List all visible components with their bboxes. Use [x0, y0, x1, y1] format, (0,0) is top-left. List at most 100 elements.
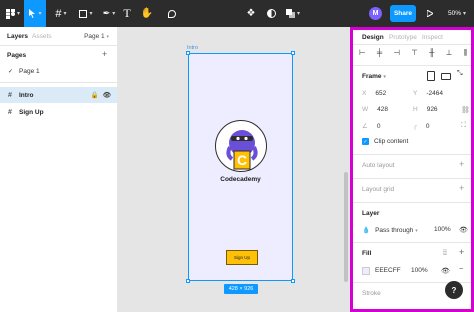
layer-opacity[interactable]: 100%	[434, 226, 451, 233]
portrait-icon[interactable]	[427, 71, 435, 81]
frame-section-label[interactable]: Frame ▾	[362, 73, 386, 80]
figma-menu-icon	[5, 8, 15, 19]
fill-opacity[interactable]: 100%	[411, 267, 428, 274]
tab-inspect[interactable]: Inspect	[422, 34, 443, 41]
auto-layout-label: Auto layout	[362, 162, 395, 169]
top-toolbar: ▾ ▾ # ▾ ▾ ✒ ▾ T ✋ ❖ ▾ M Share 50% ▾	[0, 0, 474, 27]
distribute-icon[interactable]: ⫼	[464, 48, 467, 58]
align-center-h-icon[interactable]: ╪	[377, 48, 382, 58]
clip-content-checkbox[interactable]: ✓	[362, 138, 369, 145]
constrain-proportions-icon[interactable]: ⛓	[461, 106, 470, 114]
alignment-toolbar: ⊢ ╪ ⊣ ⊤ ╫ ⊥ ⫼	[359, 48, 467, 58]
hand-icon: ✋	[140, 8, 154, 19]
page-selector-label: Page 1	[84, 33, 105, 40]
resize-to-fit-icon[interactable]: ⤡	[457, 70, 463, 78]
eye-icon[interactable]: 👁	[459, 226, 468, 234]
add-layout-grid-icon[interactable]: +	[459, 183, 464, 193]
y-field[interactable]: Y -2464	[413, 90, 443, 97]
add-page-icon[interactable]: +	[102, 49, 107, 59]
landscape-icon[interactable]	[441, 73, 451, 80]
boolean-icon	[285, 9, 295, 18]
x-field[interactable]: X 652	[362, 90, 386, 97]
fill-hex[interactable]: EEECFF	[375, 267, 401, 274]
frame-tool-button[interactable]: # ▾	[50, 0, 72, 27]
align-top-icon[interactable]: ⊤	[411, 48, 418, 58]
boolean-ops-button[interactable]: ▾	[283, 0, 303, 27]
size-badge: 428 × 926	[224, 284, 258, 294]
tab-layers[interactable]: Layers	[7, 33, 28, 40]
checkmark-icon: ✓	[363, 138, 368, 145]
resize-handle[interactable]	[291, 51, 295, 55]
add-fill-icon[interactable]: +	[459, 247, 464, 257]
share-button[interactable]: Share	[390, 5, 416, 22]
y-label: Y	[413, 90, 418, 97]
frame-icon: #	[8, 108, 12, 116]
user-avatar[interactable]: M	[369, 7, 382, 20]
h-label: H	[413, 106, 418, 113]
canvas[interactable]: Intro C Codecademy Sign Up 428 × 926	[118, 27, 350, 312]
corner-radius-field[interactable]: ╭ 0	[413, 122, 430, 130]
layer-section-label: Layer	[362, 210, 380, 217]
shape-tool-button[interactable]: ▾	[75, 0, 97, 27]
layout-grid-label: Layout grid	[362, 186, 395, 193]
play-icon	[427, 10, 433, 17]
text-tool-button[interactable]: T	[120, 0, 134, 27]
layer-item-intro[interactable]: # Intro 🔒 👁	[0, 87, 117, 103]
comment-tool-button[interactable]	[165, 0, 179, 27]
align-middle-v-icon[interactable]: ╫	[429, 48, 434, 58]
align-left-icon[interactable]: ⊢	[359, 48, 366, 58]
page-item-label: Page 1	[19, 68, 40, 75]
brand-name: Codecademy	[220, 176, 261, 183]
corner-radius-icon: ╭	[413, 123, 417, 130]
resize-handle[interactable]	[186, 51, 190, 55]
zoom-value: 50%	[448, 10, 462, 17]
pen-tool-button[interactable]: ✒ ▾	[99, 0, 119, 27]
canvas-scrollbar[interactable]	[344, 172, 348, 282]
sign-up-button[interactable]: Sign Up	[226, 250, 258, 265]
fill-section-label: Fill	[362, 250, 372, 257]
page-selector[interactable]: Page 1 ▾	[84, 33, 109, 40]
w-field[interactable]: W 428	[362, 106, 388, 113]
zoom-control[interactable]: 50% ▾	[448, 0, 466, 27]
lock-icon[interactable]: 🔒	[91, 92, 99, 99]
stroke-section-label: Stroke	[362, 290, 381, 297]
resize-handle[interactable]	[186, 279, 190, 283]
layer-item-sign-up[interactable]: # Sign Up	[0, 104, 117, 120]
intro-frame[interactable]: C Codecademy Sign Up	[186, 51, 295, 283]
tab-assets[interactable]: Assets	[32, 33, 52, 40]
remove-fill-icon[interactable]: −	[459, 266, 463, 273]
tab-prototype[interactable]: Prototype	[389, 34, 417, 41]
frame-icon: #	[8, 91, 12, 99]
fill-swatch[interactable]	[362, 267, 370, 275]
independent-corners-icon[interactable]: ⛶	[461, 122, 466, 130]
tab-design[interactable]: Design	[362, 34, 384, 41]
divider	[0, 45, 117, 46]
hand-tool-button[interactable]: ✋	[140, 0, 154, 27]
main-menu-button[interactable]: ▾	[3, 0, 23, 27]
rotation-field[interactable]: ∠ 0	[362, 122, 380, 130]
blend-mode-value: Pass through	[375, 227, 414, 234]
h-value: 926	[426, 106, 438, 113]
layers-panel: Layers Assets Page 1 ▾ Pages + ✓ Page 1 …	[0, 27, 118, 312]
components-button[interactable]: ❖	[244, 0, 258, 27]
mask-button[interactable]	[264, 0, 278, 27]
pen-icon: ✒	[102, 8, 111, 18]
eye-icon[interactable]: 👁	[103, 92, 111, 99]
present-button[interactable]	[424, 0, 436, 27]
align-bottom-icon[interactable]: ⊥	[446, 48, 453, 58]
resize-handle[interactable]	[291, 279, 295, 283]
divider	[353, 242, 471, 243]
add-auto-layout-icon[interactable]: +	[459, 159, 464, 169]
clip-content-label: Clip content	[374, 138, 409, 145]
layer-item-label: Intro	[19, 91, 34, 99]
eye-icon[interactable]: 👁	[441, 267, 450, 275]
align-right-icon[interactable]: ⊣	[393, 48, 400, 58]
svg-text:C: C	[237, 152, 247, 168]
chevron-down-icon: ▾	[106, 34, 109, 40]
move-tool-button[interactable]: ▾	[24, 0, 46, 27]
blend-mode-select[interactable]: 💧 Pass through ▾	[362, 226, 418, 234]
help-button[interactable]: ?	[445, 281, 463, 299]
h-field[interactable]: H 926	[413, 106, 438, 113]
page-item[interactable]: ✓ Page 1	[0, 65, 117, 78]
styles-icon[interactable]: ⁞⁞	[443, 250, 447, 257]
